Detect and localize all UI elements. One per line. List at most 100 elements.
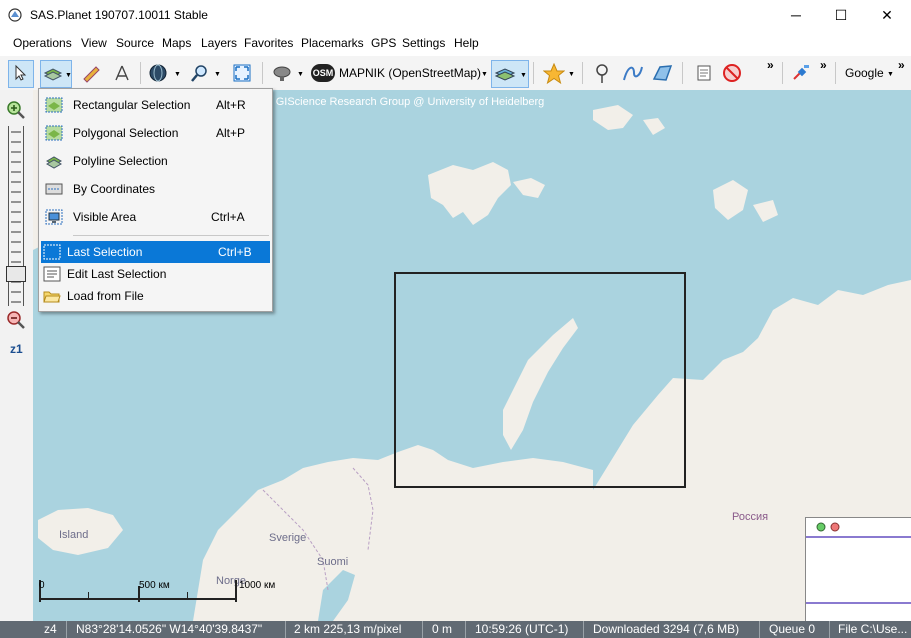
zoom-level-label: z1 [10, 342, 23, 356]
layers-icon [494, 68, 516, 81]
pointer-tool-button[interactable] [8, 60, 34, 88]
menu-favorites[interactable]: Favorites [244, 36, 293, 50]
status-divider [285, 621, 286, 638]
menu-settings[interactable]: Settings [402, 36, 445, 50]
toolbar-overflow-button[interactable]: » [898, 58, 905, 72]
menu-item-label: Load from File [67, 289, 144, 303]
menu-bar: Operations View Source Maps Layers Favor… [0, 33, 911, 55]
menu-item-load-from-file[interactable]: Load from File [41, 285, 270, 307]
minimap-zoom-out-icon[interactable] [830, 522, 840, 532]
status-divider [465, 621, 466, 638]
scale-mid: 500 км [139, 580, 170, 591]
menu-view[interactable]: View [81, 36, 107, 50]
status-time: 10:59:26 (UTC-1) [475, 622, 569, 636]
status-divider [422, 621, 423, 638]
globe-icon [149, 64, 167, 82]
chevron-down-icon[interactable]: ▼ [568, 71, 575, 78]
notes-icon [697, 65, 711, 81]
menu-separator [73, 235, 269, 236]
chevron-down-icon[interactable]: ▼ [214, 71, 221, 78]
polyline-selection-icon [45, 156, 63, 169]
maximize-button[interactable]: ☐ [818, 0, 864, 31]
satellite-icon [793, 65, 809, 80]
search-provider-select[interactable]: Google [845, 66, 884, 80]
menu-layers[interactable]: Layers [201, 36, 237, 50]
status-altitude: 0 m [432, 622, 453, 636]
chevron-down-icon: ▼ [520, 72, 527, 79]
toolbar-separator [782, 62, 783, 84]
menu-gps[interactable]: GPS [371, 36, 396, 50]
title-bar: SAS.Planet 190707.10011 Stable ─ ☐ ✕ [0, 0, 911, 31]
zoom-in-icon[interactable] [6, 100, 26, 120]
magnifier-icon [191, 65, 207, 82]
zoom-panel: z1 [0, 90, 33, 621]
status-divider [66, 621, 67, 638]
add-placemark-button[interactable] [590, 60, 614, 86]
status-divider [759, 621, 760, 638]
monitor-icon [45, 209, 63, 225]
gps-tool-button[interactable] [788, 60, 812, 86]
globe-tool-button[interactable] [146, 60, 170, 86]
menu-operations[interactable]: Operations [13, 36, 72, 50]
cursor-icon [15, 64, 27, 81]
chevron-down-icon[interactable]: ▼ [174, 71, 181, 78]
toolbar-separator [140, 62, 141, 84]
menu-item-label: Polygonal Selection [73, 126, 179, 140]
placemarks-list-button[interactable] [692, 60, 716, 86]
edit-selection-icon [43, 266, 61, 282]
zoom-tool-button[interactable] [188, 60, 212, 86]
menu-item-visible-area[interactable]: Visible Area Ctrl+A [41, 206, 270, 228]
selection-dropdown-menu: Rectangular Selection Alt+R Polygonal Se… [38, 88, 273, 312]
clear-button[interactable] [720, 60, 744, 86]
zoom-out-icon[interactable] [6, 310, 26, 330]
menu-item-polyline-selection[interactable]: Polyline Selection [41, 150, 270, 172]
scale-start: 0 [39, 580, 45, 591]
toolbar-overflow-button[interactable]: » [767, 58, 774, 72]
menu-help[interactable]: Help [454, 36, 479, 50]
chevron-down-icon[interactable]: ▼ [297, 71, 304, 78]
status-resolution: 2 km 225,13 m/pixel [294, 622, 402, 636]
minimap-zoom-in-icon[interactable] [816, 522, 826, 532]
menu-item-polygonal-selection[interactable]: Polygonal Selection Alt+P [41, 122, 270, 144]
chevron-down-icon[interactable]: ▼ [887, 71, 894, 78]
favorites-button[interactable] [541, 60, 565, 86]
status-queue: Queue 0 [769, 622, 816, 636]
toolbar-separator [835, 62, 836, 84]
ruler-tool-button[interactable] [80, 60, 104, 86]
add-path-button[interactable] [620, 60, 644, 86]
menu-item-label: By Coordinates [73, 182, 156, 196]
rectangle-selection-icon [45, 97, 63, 113]
menu-placemarks[interactable]: Placemarks [301, 36, 364, 50]
map-source-label[interactable]: MAPNIK (OpenStreetMap) [339, 66, 481, 80]
menu-maps[interactable]: Maps [162, 36, 191, 50]
polygon-icon [652, 65, 673, 81]
zoom-slider-thumb[interactable] [6, 266, 26, 282]
map-label-sweden: Sverige [269, 532, 307, 544]
menu-item-shortcut: Ctrl+B [218, 245, 252, 259]
menu-item-rectangular-selection[interactable]: Rectangular Selection Alt+R [41, 94, 270, 116]
toolbar-separator [682, 62, 683, 84]
menu-item-last-selection[interactable]: Last Selection Ctrl+B [41, 241, 270, 263]
close-button[interactable]: ✕ [864, 0, 910, 31]
minimap[interactable] [805, 517, 911, 621]
toolbar-overflow-button[interactable]: » [820, 58, 827, 72]
pin-icon [596, 64, 608, 83]
selection-tool-button[interactable]: ▼ [40, 60, 72, 88]
menu-item-label: Polyline Selection [73, 154, 168, 168]
fullscreen-button[interactable] [230, 60, 254, 86]
chevron-down-icon[interactable]: ▼ [481, 71, 488, 78]
menu-source[interactable]: Source [116, 36, 154, 50]
menu-item-shortcut: Alt+R [216, 98, 246, 112]
add-polygon-button[interactable] [650, 60, 674, 86]
menu-item-by-coordinates[interactable]: By Coordinates [41, 178, 270, 200]
satellite-dish-icon [273, 66, 291, 81]
satellite-tool-button[interactable] [270, 60, 294, 86]
minimize-button[interactable]: ─ [773, 0, 819, 31]
status-divider [583, 621, 584, 638]
menu-item-edit-last-selection[interactable]: Edit Last Selection [41, 263, 270, 285]
layers-tool-button[interactable]: ▼ [491, 60, 529, 88]
compass-tool-button[interactable] [110, 60, 134, 86]
scale-bar: 0 500 км 1000 км [39, 570, 275, 610]
last-selection-icon [43, 244, 61, 260]
menu-item-label: Visible Area [73, 210, 137, 224]
